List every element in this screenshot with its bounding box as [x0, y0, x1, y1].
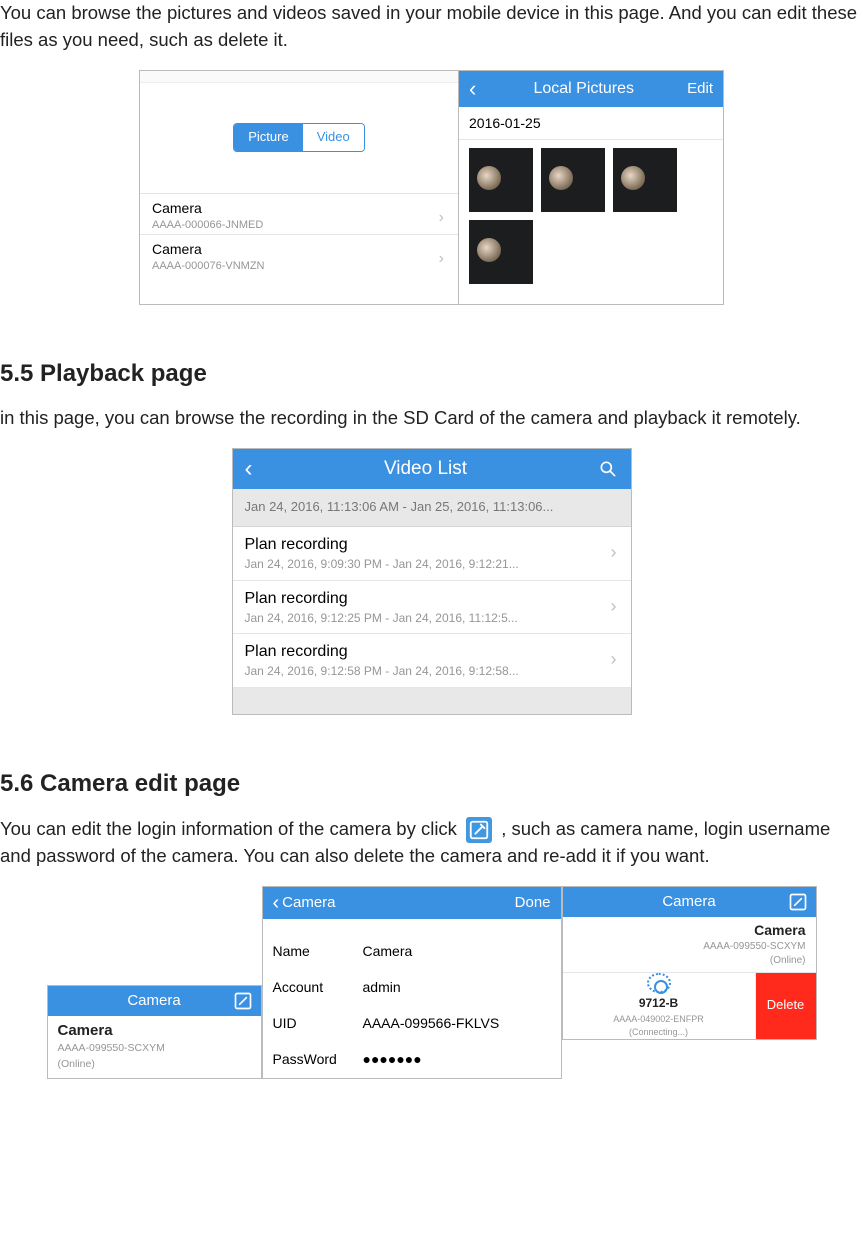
camera-uid: AAAA-000076-VNMZN: [152, 259, 446, 275]
name-field[interactable]: Camera: [363, 941, 413, 961]
phone-local-pictures: ‹ Local Pictures Edit 2016-01-25: [459, 70, 724, 305]
empty-space: [233, 688, 631, 714]
camera-row-swiped[interactable]: 9712-B AAAA-049002-ENFPR (Connecting...)…: [563, 973, 816, 1039]
back-button[interactable]: ‹ Camera: [273, 892, 336, 914]
field-label: Name: [273, 941, 363, 961]
thumbnail-grid: [459, 140, 723, 292]
camera-uid: AAAA-049002-ENFPR: [613, 1013, 704, 1026]
edit-button[interactable]: Edit: [687, 78, 713, 100]
camera-name: Camera: [58, 1020, 251, 1042]
picture-thumbnail[interactable]: [469, 220, 533, 284]
picture-thumbnail[interactable]: [613, 148, 677, 212]
chevron-right-icon: ›: [611, 539, 617, 565]
edit-icon[interactable]: [788, 892, 808, 912]
figure-camera-edit: Camera Camera AAAA-099550-SCXYM (Online)…: [0, 886, 863, 1079]
edit-icon: [466, 817, 492, 843]
camera-name: Camera: [152, 198, 446, 218]
recording-row[interactable]: Plan recording Jan 24, 2016, 9:12:58 PM …: [233, 634, 631, 688]
picture-thumbnail[interactable]: [469, 148, 533, 212]
field-label: PassWord: [273, 1049, 363, 1069]
search-icon[interactable]: [598, 459, 618, 479]
form-row-name[interactable]: Name Camera: [263, 933, 561, 969]
account-field[interactable]: admin: [363, 977, 401, 997]
chevron-right-icon: ›: [611, 593, 617, 619]
phone-camera-card: Camera Camera AAAA-099550-SCXYM (Online): [47, 985, 262, 1079]
phone-video-list: ‹ Video List Jan 24, 2016, 11:13:06 AM -…: [232, 448, 632, 715]
figure-local-pictures: Picture Video Camera AAAA-000066-JNMED ›…: [0, 70, 863, 305]
nav-bar: ‹ Video List: [233, 449, 631, 489]
text-playback-page: in this page, you can browse the recordi…: [0, 405, 863, 432]
date-range-header: Jan 24, 2016, 11:13:06 AM - Jan 25, 2016…: [233, 489, 631, 527]
recording-row[interactable]: Plan recording Jan 24, 2016, 9:12:25 PM …: [233, 581, 631, 635]
phone-picture-video-list: Picture Video Camera AAAA-000066-JNMED ›…: [139, 70, 459, 305]
done-button[interactable]: Done: [515, 892, 551, 914]
camera-name: Camera: [152, 239, 446, 259]
recording-title: Plan recording: [245, 533, 619, 556]
uid-field[interactable]: AAAA-099566-FKLVS: [363, 1013, 500, 1033]
camera-uid: AAAA-099550-SCXYM: [58, 1041, 251, 1056]
text-before-icon: You can edit the login information of th…: [0, 818, 462, 839]
password-field[interactable]: ●●●●●●●: [363, 1049, 422, 1069]
back-button[interactable]: ‹: [245, 457, 253, 481]
camera-name: 9712-B: [639, 995, 678, 1012]
camera-uid: AAAA-099550-SCXYM: [573, 940, 806, 955]
segmented-control[interactable]: Picture Video: [233, 123, 364, 152]
status-bar: [140, 71, 458, 83]
recording-time-range: Jan 24, 2016, 9:12:58 PM - Jan 24, 2016,…: [245, 663, 619, 680]
recording-time-range: Jan 24, 2016, 9:09:30 PM - Jan 24, 2016,…: [245, 556, 619, 573]
segment-video[interactable]: Video: [303, 124, 364, 151]
chevron-right-icon: ›: [611, 646, 617, 672]
edit-icon[interactable]: [233, 991, 253, 1011]
text-camera-edit-page: You can edit the login information of th…: [0, 816, 863, 870]
camera-row[interactable]: Camera AAAA-000066-JNMED ›: [140, 193, 458, 234]
intro-text: You can browse the pictures and videos s…: [0, 0, 863, 54]
figure-video-list: ‹ Video List Jan 24, 2016, 11:13:06 AM -…: [0, 448, 863, 715]
camera-status: (Online): [58, 1057, 251, 1072]
camera-row[interactable]: Camera AAAA-000076-VNMZN ›: [140, 234, 458, 275]
nav-bar: Camera: [563, 887, 816, 917]
chevron-right-icon: ›: [439, 247, 444, 270]
page-title: Camera: [662, 891, 715, 913]
segment-picture[interactable]: Picture: [234, 124, 302, 151]
recording-title: Plan recording: [245, 587, 619, 610]
field-label: UID: [273, 1013, 363, 1033]
recording-row[interactable]: Plan recording Jan 24, 2016, 9:09:30 PM …: [233, 527, 631, 581]
chevron-left-icon: ‹: [469, 78, 476, 100]
camera-row-content[interactable]: 9712-B AAAA-049002-ENFPR (Connecting...): [563, 973, 756, 1039]
camera-status: (Online): [573, 954, 806, 969]
recording-title: Plan recording: [245, 640, 619, 663]
heading-camera-edit-page: 5.6 Camera edit page: [0, 767, 863, 802]
page-title: Camera: [127, 990, 180, 1012]
picture-thumbnail[interactable]: [541, 148, 605, 212]
form-row-account[interactable]: Account admin: [263, 969, 561, 1005]
chevron-left-icon: ‹: [273, 893, 280, 913]
nav-bar: ‹ Local Pictures Edit: [459, 71, 723, 107]
page-title: Local Pictures: [533, 77, 634, 100]
phone-camera-card-swiped: Camera Camera AAAA-099550-SCXYM (Online)…: [562, 886, 817, 1040]
segmented-control-bar: Picture Video: [140, 83, 458, 193]
recording-time-range: Jan 24, 2016, 9:12:25 PM - Jan 24, 2016,…: [245, 610, 619, 627]
form-row-uid[interactable]: UID AAAA-099566-FKLVS: [263, 1005, 561, 1041]
field-label: Account: [273, 977, 363, 997]
back-label: Camera: [282, 892, 335, 914]
camera-uid: AAAA-000066-JNMED: [152, 218, 446, 234]
back-button[interactable]: ‹: [469, 78, 480, 100]
gear-icon: [647, 973, 671, 994]
phone-camera-edit-form: ‹ Camera Done Name Camera Account admin …: [262, 886, 562, 1079]
form-row-password[interactable]: PassWord ●●●●●●●: [263, 1041, 561, 1077]
nav-bar: Camera: [48, 986, 261, 1016]
chevron-right-icon: ›: [439, 206, 444, 229]
page-title: Video List: [384, 455, 467, 483]
heading-playback-page: 5.5 Playback page: [0, 357, 863, 392]
date-header: 2016-01-25: [459, 107, 723, 140]
nav-bar: ‹ Camera Done: [263, 887, 561, 919]
camera-status: (Connecting...): [629, 1026, 688, 1039]
camera-row[interactable]: Camera AAAA-099550-SCXYM (Online): [563, 917, 816, 973]
camera-name: Camera: [573, 920, 806, 940]
delete-button[interactable]: Delete: [756, 973, 816, 1039]
camera-row[interactable]: Camera AAAA-099550-SCXYM (Online): [48, 1016, 261, 1078]
